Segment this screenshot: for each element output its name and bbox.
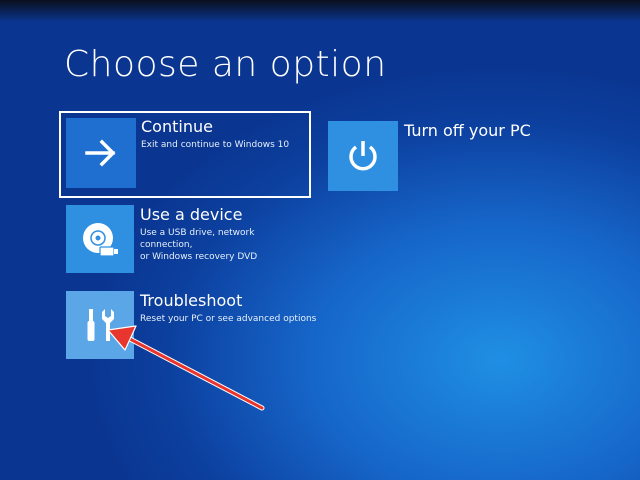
tools-icon [87, 309, 114, 341]
use-device-tile [66, 205, 134, 273]
turn-off-option[interactable]: Turn off your PC [328, 121, 548, 191]
turn-off-label: Turn off your PC [404, 121, 531, 140]
continue-label: Continue [141, 117, 213, 136]
power-icon [349, 141, 377, 171]
troubleshoot-description: Reset your PC or see advanced options [140, 314, 317, 324]
continue-tile [66, 118, 136, 188]
monitor-bezel-shadow [0, 0, 640, 22]
troubleshoot-label: Troubleshoot [140, 291, 243, 310]
use-device-option[interactable]: Use a device Use a USB drive, network co… [66, 205, 306, 275]
troubleshoot-option[interactable]: Troubleshoot Reset your PC or see advanc… [66, 291, 316, 361]
page-title: Choose an option [64, 44, 387, 85]
use-device-label: Use a device [140, 205, 243, 224]
continue-option[interactable]: Continue Exit and continue to Windows 10 [59, 111, 311, 198]
disc-drive-icon [83, 223, 118, 257]
arrow-right-icon [85, 139, 116, 167]
troubleshoot-tile [66, 291, 134, 359]
continue-description: Exit and continue to Windows 10 [141, 140, 290, 150]
turn-off-tile [328, 121, 398, 191]
use-device-description: Use a USB drive, network connection, or … [140, 228, 258, 262]
